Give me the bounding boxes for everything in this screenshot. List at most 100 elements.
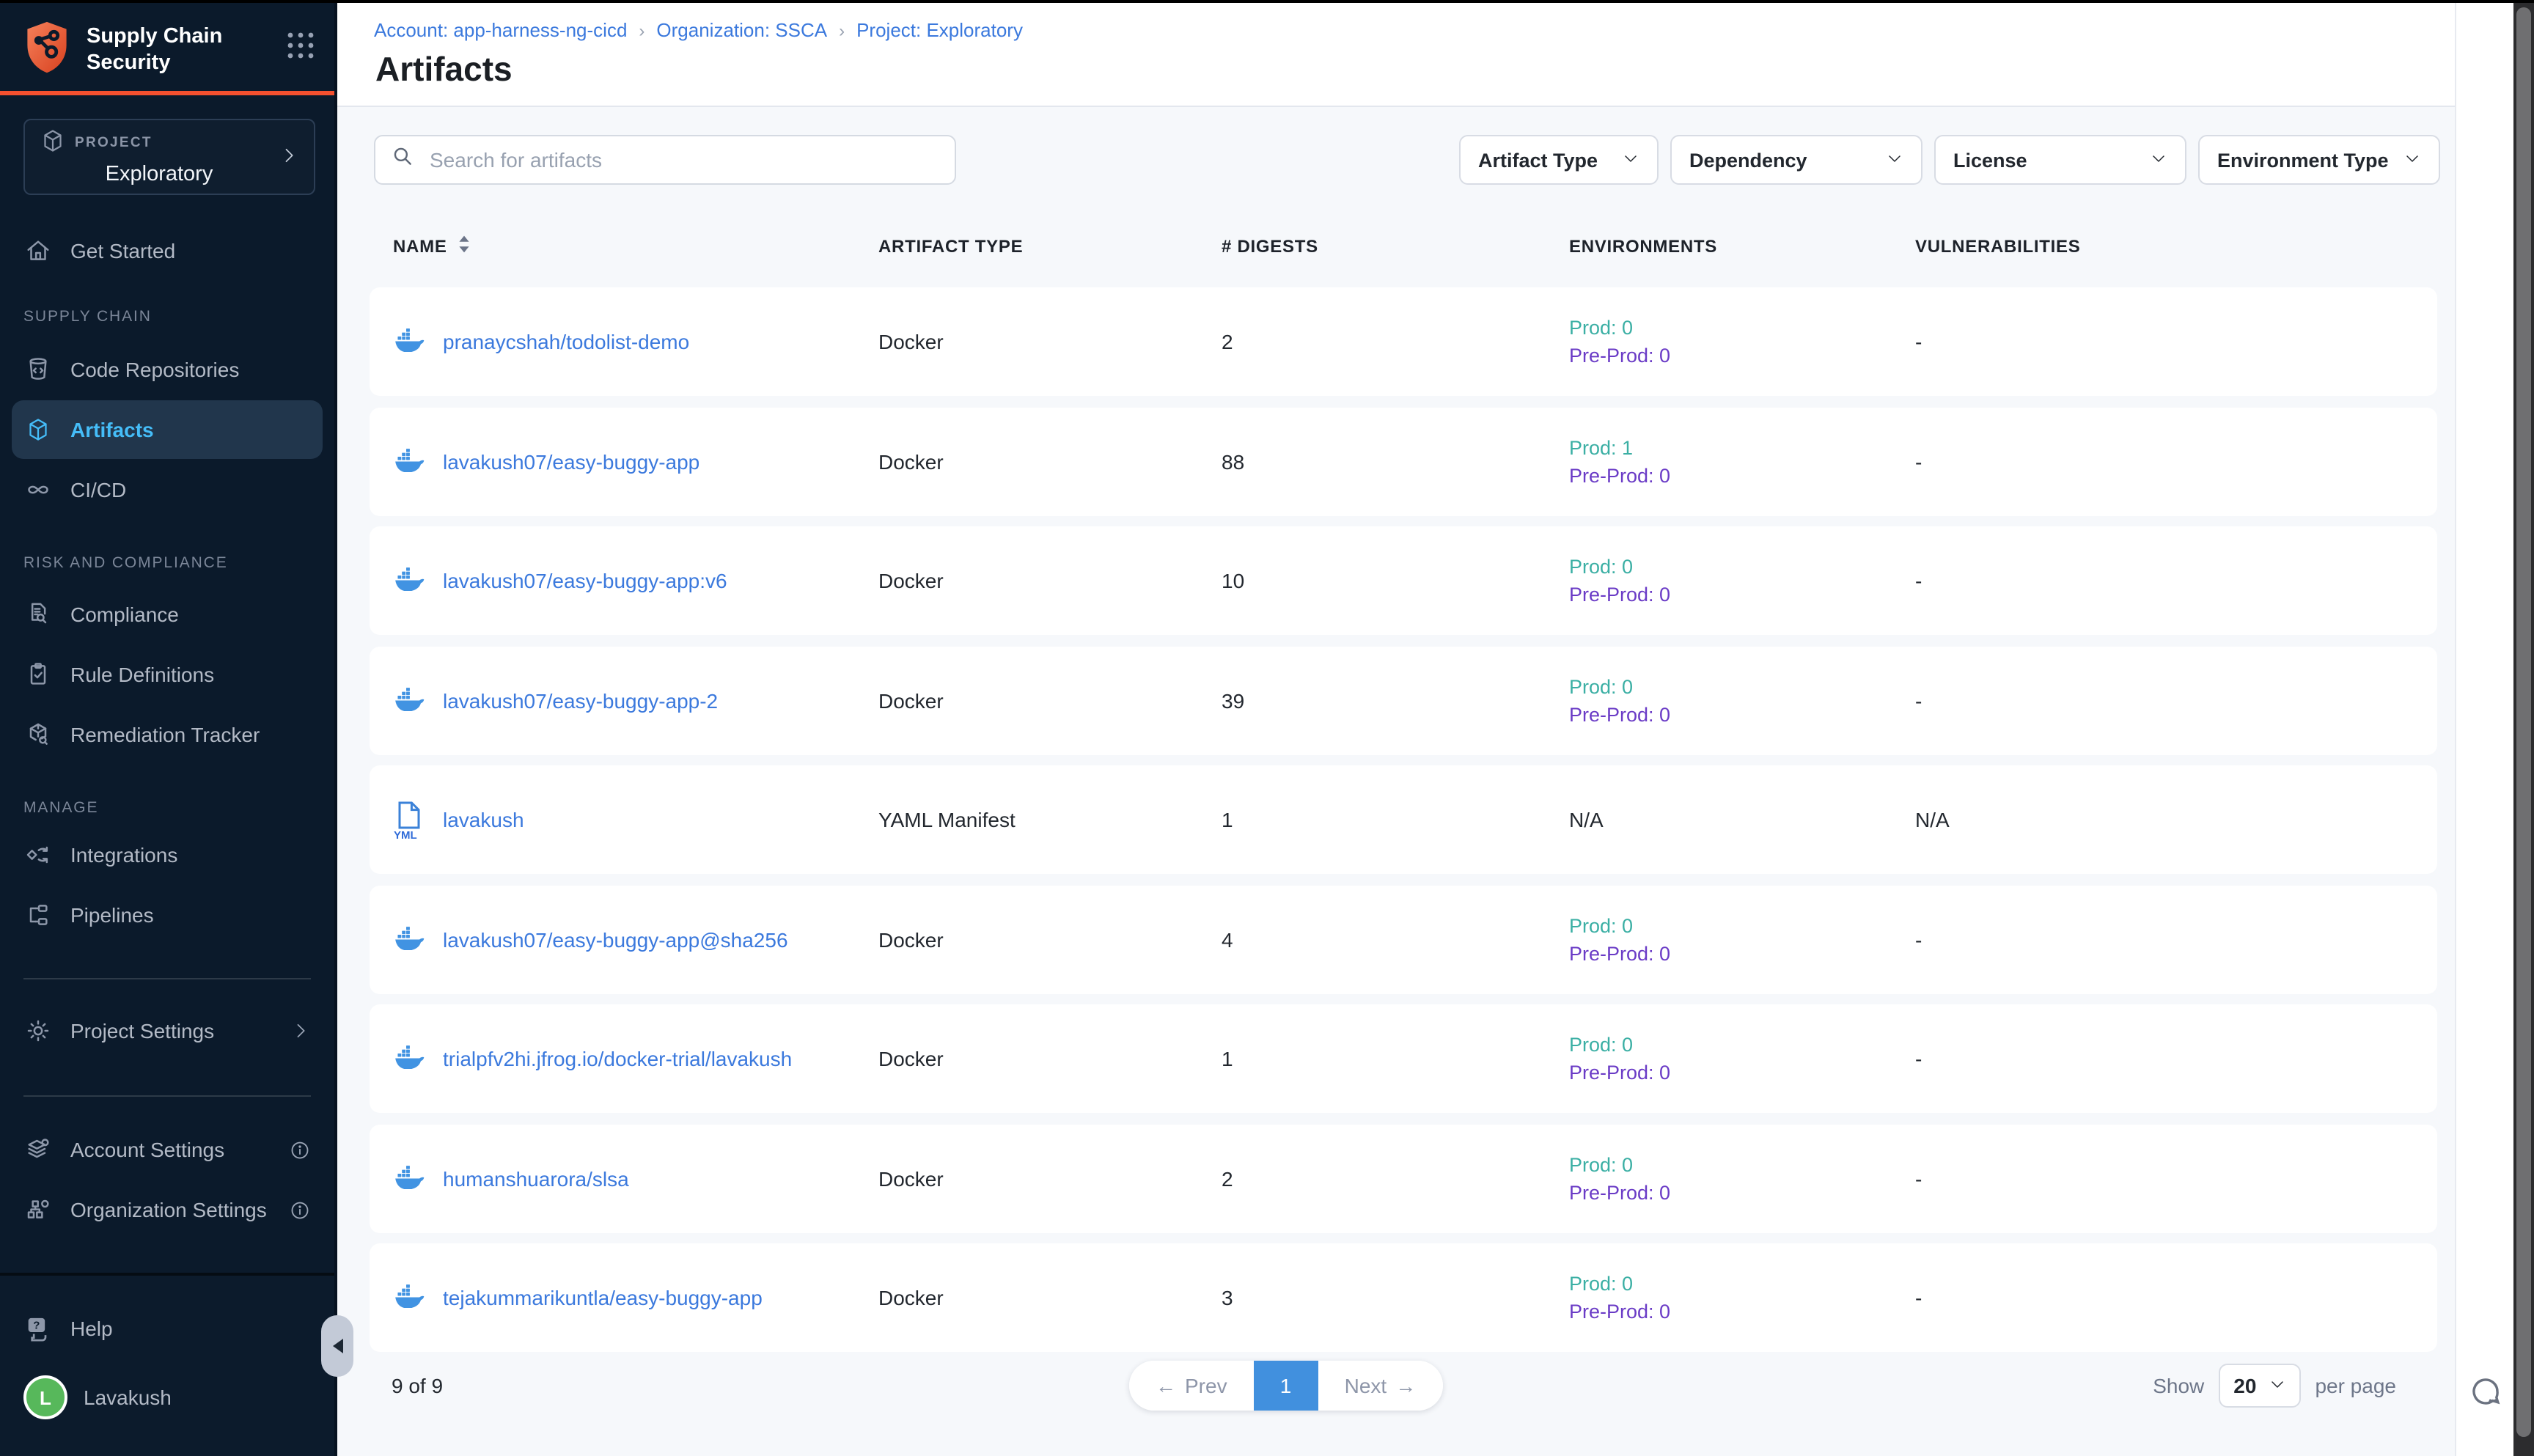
table-row[interactable]: tejakummarikuntla/easy-buggy-appDocker3P… [370, 1243, 2437, 1352]
preprod-env-link[interactable]: Pre-Prod: 0 [1569, 461, 1915, 489]
next-page-button[interactable]: Next→ [1318, 1361, 1443, 1411]
environments-cell: Prod: 0Pre-Prod: 0 [1569, 314, 1915, 369]
scrollbar-thumb[interactable] [2516, 7, 2531, 1437]
table-row[interactable]: lavakush07/easy-buggy-app:v6Docker10Prod… [370, 526, 2437, 635]
artifact-name-cell: lavakush07/easy-buggy-app [393, 444, 878, 479]
nav-section-heading: MANAGE [0, 796, 334, 820]
preprod-env-link[interactable]: Pre-Prod: 0 [1569, 700, 1915, 728]
preprod-env-link[interactable]: Pre-Prod: 0 [1569, 1298, 1915, 1326]
chevron-right-icon [290, 1021, 311, 1041]
filter-artifact-type[interactable]: Artifact Type [1459, 135, 1659, 185]
artifact-name-link[interactable]: lavakush07/easy-buggy-app@sha256 [443, 927, 788, 951]
filter-dependency[interactable]: Dependency [1670, 135, 1922, 185]
pagination: ←Prev 1 Next→ [1129, 1361, 1442, 1411]
sidebar-item-ci-cd[interactable]: CI/CD [0, 465, 334, 515]
avatar: L [23, 1375, 67, 1419]
breadcrumb-link[interactable]: Project: Exploratory [856, 19, 1023, 41]
table-row[interactable]: humanshuarora/slsaDocker2Prod: 0Pre-Prod… [370, 1124, 2437, 1232]
sidebar-item-code-repositories[interactable]: Code Repositories [0, 345, 334, 394]
sidebar-item-remediation-tracker[interactable]: Remediation Tracker [0, 710, 334, 760]
arrow-left-icon: ← [1156, 1374, 1176, 1397]
page-size-control: Show 20 per page [2153, 1364, 2396, 1408]
prod-env-link[interactable]: Prod: 0 [1569, 1031, 1915, 1059]
digests-cell: 1 [1222, 808, 1569, 831]
environments-cell: Prod: 0Pre-Prod: 0 [1569, 911, 1915, 967]
sidebar-item-label: Account Settings [70, 1138, 224, 1161]
breadcrumb-link[interactable]: Account: app-harness-ng-cicd [374, 19, 627, 41]
preprod-env-link[interactable]: Pre-Prod: 0 [1569, 939, 1915, 967]
artifact-name-link[interactable]: lavakush [443, 808, 524, 831]
table-row[interactable]: lavakush07/easy-buggy-app@sha256Docker4P… [370, 885, 2437, 993]
digests-cell: 10 [1222, 569, 1569, 592]
sidebar-item-help[interactable]: ? Help [0, 1304, 334, 1353]
layers-gear-icon [23, 1135, 53, 1164]
search-input[interactable] [427, 147, 940, 173]
chat-bubble-icon[interactable] [2468, 1375, 2503, 1418]
sidebar-item-rule-definitions[interactable]: Rule Definitions [0, 650, 334, 699]
project-selector[interactable]: PROJECT Exploratory [23, 119, 315, 195]
table-row[interactable]: lavakush07/easy-buggy-app-2Docker39Prod:… [370, 646, 2437, 754]
content-panel: Artifact TypeDependency License Environmen… [337, 107, 2455, 1456]
artifact-name-link[interactable]: humanshuarora/slsa [443, 1166, 629, 1190]
table-row[interactable]: pranaycshah/todolist-demoDocker2Prod: 0P… [370, 287, 2437, 396]
sidebar-item-project-settings[interactable]: Project Settings [0, 1006, 334, 1056]
breadcrumb-link[interactable]: Organization: SSCA [656, 19, 827, 41]
artifact-name-link[interactable]: pranaycshah/todolist-demo [443, 330, 689, 353]
table-row[interactable]: trialpfv2hi.jfrog.io/docker-trial/lavaku… [370, 1004, 2437, 1113]
home-icon [23, 236, 53, 265]
search-icon [390, 144, 415, 176]
sidebar-item-account-settings[interactable]: Account Settings [0, 1125, 334, 1174]
preprod-env-link[interactable]: Pre-Prod: 0 [1569, 1059, 1915, 1087]
artifact-name-link[interactable]: lavakush07/easy-buggy-app:v6 [443, 569, 727, 592]
sidebar-item-compliance[interactable]: Compliance [0, 589, 334, 639]
table-header-row: NAMEARTIFACT TYPE# DIGESTSENVIRONMENTSVU… [370, 224, 2437, 268]
prod-env-link[interactable]: Prod: 0 [1569, 553, 1915, 581]
preprod-env-link[interactable]: Pre-Prod: 0 [1569, 581, 1915, 608]
table-row[interactable]: lavakush07/easy-buggy-appDocker88Prod: 1… [370, 407, 2437, 515]
page-1-button[interactable]: 1 [1254, 1361, 1318, 1411]
page-size-select[interactable]: 20 [2219, 1364, 2300, 1408]
sidebar-item-get-started[interactable]: Get Started [0, 226, 334, 276]
artifact-type-cell: Docker [878, 688, 1222, 712]
sidebar-item-organization-settings[interactable]: Organization Settings [0, 1185, 334, 1235]
preprod-env-link[interactable]: Pre-Prod: 0 [1569, 342, 1915, 369]
sidebar-item-label: CI/CD [70, 478, 126, 501]
info-icon [289, 1199, 311, 1221]
main-area: Account: app-harness-ng-cicd › Organizatio… [337, 0, 2534, 1456]
sidebar-item-pipelines[interactable]: Pipelines [0, 890, 334, 940]
environments-cell: Prod: 0Pre-Prod: 0 [1569, 553, 1915, 608]
sidebar-collapse-handle[interactable] [321, 1315, 353, 1377]
artifact-name-link[interactable]: tejakummarikuntla/easy-buggy-app [443, 1286, 763, 1309]
sidebar-item-artifacts[interactable]: Artifacts [12, 400, 323, 459]
preprod-env-link[interactable]: Pre-Prod: 0 [1569, 1178, 1915, 1206]
artifact-name-link[interactable]: lavakush07/easy-buggy-app [443, 449, 699, 473]
prod-env-link[interactable]: Prod: 0 [1569, 911, 1915, 939]
sidebar-item-label: Project Settings [70, 1019, 214, 1043]
sidebar-item-integrations[interactable]: Integrations [0, 830, 334, 880]
prod-env-link[interactable]: Prod: 0 [1569, 314, 1915, 342]
breadcrumb-separator: › [639, 20, 644, 40]
breadcrumb-separator: › [839, 20, 845, 40]
sidebar-item-label: Organization Settings [70, 1198, 267, 1221]
filter-license[interactable]: License [1934, 135, 2186, 185]
sidebar-item-label: Remediation Tracker [70, 723, 260, 746]
scrollbar-track[interactable] [2513, 0, 2534, 1456]
prod-env-link[interactable]: Prod: 0 [1569, 1150, 1915, 1178]
table-row[interactable]: YMLlavakushYAML Manifest1N/AN/A [370, 765, 2437, 874]
user-menu[interactable]: L Lavakush [0, 1371, 334, 1424]
project-selector-label: PROJECT [75, 135, 153, 151]
prod-env-link[interactable]: Prod: 0 [1569, 1270, 1915, 1298]
artifact-name-link[interactable]: trialpfv2hi.jfrog.io/docker-trial/lavaku… [443, 1047, 792, 1070]
column-header-name[interactable]: NAME [393, 235, 878, 258]
artifact-name-link[interactable]: lavakush07/easy-buggy-app-2 [443, 688, 718, 712]
filter-label: License [1953, 149, 2027, 171]
vulnerabilities-cell: - [1915, 569, 2414, 592]
column-header-label: NAME [393, 236, 447, 257]
prod-env-link[interactable]: Prod: 1 [1569, 433, 1915, 461]
prod-env-link[interactable]: Prod: 0 [1569, 672, 1915, 700]
sidebar-item-label: Artifacts [70, 418, 154, 441]
filter-environment-type[interactable]: Environment Type [2198, 135, 2440, 185]
sidebar-item-label: Rule Definitions [70, 663, 214, 686]
app-grid-icon[interactable] [284, 29, 317, 66]
prev-page-button[interactable]: ←Prev [1129, 1361, 1254, 1411]
